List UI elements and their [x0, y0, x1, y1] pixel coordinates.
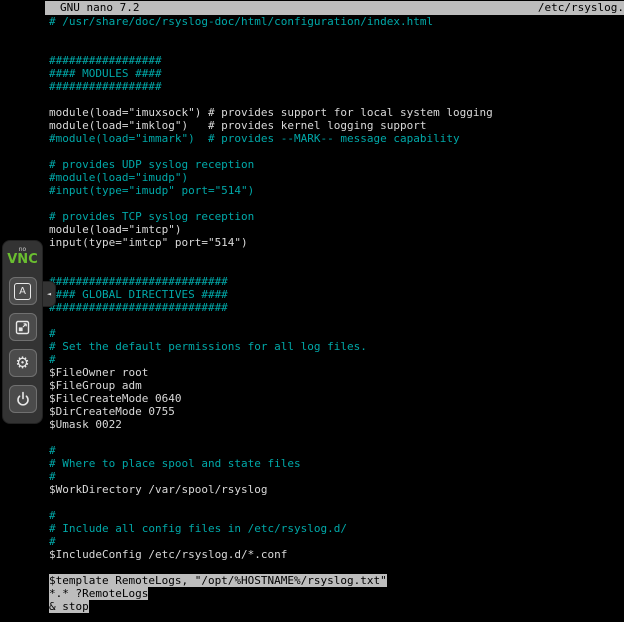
terminal-line: module(load="imklog") # provides kernel … — [49, 119, 624, 132]
keyboard-a-icon: A — [14, 283, 31, 300]
terminal-line: module(load="imuxsock") # provides suppo… — [49, 106, 624, 119]
terminal-line — [49, 145, 624, 158]
terminal-line: $DirCreateMode 0755 — [49, 405, 624, 418]
terminal-line — [49, 249, 624, 262]
terminal-line: module(load="imtcp") — [49, 223, 624, 236]
collapse-arrow-icon: ◄ — [47, 290, 51, 298]
terminal-line: #module(load="immark") # provides --MARK… — [49, 132, 624, 145]
terminal-line: # — [49, 470, 624, 483]
terminal-line — [49, 93, 624, 106]
settings-button[interactable]: ⚙ — [9, 349, 37, 377]
nano-version: GNU nano 7.2 — [60, 1, 139, 15]
terminal-line — [49, 431, 624, 444]
fullscreen-icon — [14, 319, 31, 336]
terminal-line: ########################### — [49, 301, 624, 314]
novnc-logo: no VNC — [7, 247, 37, 269]
power-button[interactable] — [9, 385, 37, 413]
fullscreen-button[interactable] — [9, 313, 37, 341]
terminal-line — [49, 561, 624, 574]
terminal-line: input(type="imtcp" port="514") — [49, 236, 624, 249]
power-icon — [15, 391, 31, 407]
terminal-window[interactable]: GNU nano 7.2 /etc/rsyslog. # /usr/share/… — [45, 0, 624, 622]
terminal-body[interactable]: # /usr/share/doc/rsyslog-doc/html/config… — [49, 15, 624, 622]
terminal-line: $FileGroup adm — [49, 379, 624, 392]
terminal-line — [49, 314, 624, 327]
terminal-line: # — [49, 327, 624, 340]
terminal-line: $WorkDirectory /var/spool/rsyslog — [49, 483, 624, 496]
terminal-line: #module(load="imudp") — [49, 171, 624, 184]
terminal-line: ########################### — [49, 275, 624, 288]
terminal-line: # Set the default permissions for all lo… — [49, 340, 624, 353]
gear-icon: ⚙ — [15, 355, 29, 371]
terminal-line — [49, 496, 624, 509]
terminal-line: $template RemoteLogs, "/opt/%HOSTNAME%/r… — [49, 574, 624, 587]
terminal-line: $FileCreateMode 0640 — [49, 392, 624, 405]
nano-titlebar: GNU nano 7.2 /etc/rsyslog. — [45, 1, 624, 15]
terminal-line — [49, 262, 624, 275]
terminal-line: #input(type="imudp" port="514") — [49, 184, 624, 197]
terminal-line: #### MODULES #### — [49, 67, 624, 80]
terminal-line: ################# — [49, 54, 624, 67]
terminal-line: $FileOwner root — [49, 366, 624, 379]
terminal-line: # Include all config files in /etc/rsysl… — [49, 522, 624, 535]
terminal-line: # Where to place spool and state files — [49, 457, 624, 470]
terminal-line: # /usr/share/doc/rsyslog-doc/html/config… — [49, 15, 624, 28]
terminal-line: $IncludeConfig /etc/rsyslog.d/*.conf — [49, 548, 624, 561]
terminal-line: # provides TCP syslog reception — [49, 210, 624, 223]
terminal-line: # — [49, 444, 624, 457]
novnc-control-bar: no VNC ◄ A ⚙ — [2, 240, 43, 424]
terminal-line: # — [49, 353, 624, 366]
terminal-line: # provides UDP syslog reception — [49, 158, 624, 171]
control-bar-handle[interactable]: ◄ — [43, 281, 56, 307]
terminal-line: $Umask 0022 — [49, 418, 624, 431]
novnc-logo-main: VNC — [7, 253, 37, 266]
nano-filename: /etc/rsyslog. — [538, 1, 624, 15]
terminal-line: ################# — [49, 80, 624, 93]
terminal-line — [49, 41, 624, 54]
terminal-line: # — [49, 535, 624, 548]
terminal-line: #### GLOBAL DIRECTIVES #### — [49, 288, 624, 301]
terminal-line: & stop — [49, 600, 624, 613]
terminal-line — [49, 28, 624, 41]
terminal-line — [49, 197, 624, 210]
terminal-line: *.* ?RemoteLogs — [49, 587, 624, 600]
terminal-line: # — [49, 509, 624, 522]
extra-keys-button[interactable]: A — [9, 277, 37, 305]
